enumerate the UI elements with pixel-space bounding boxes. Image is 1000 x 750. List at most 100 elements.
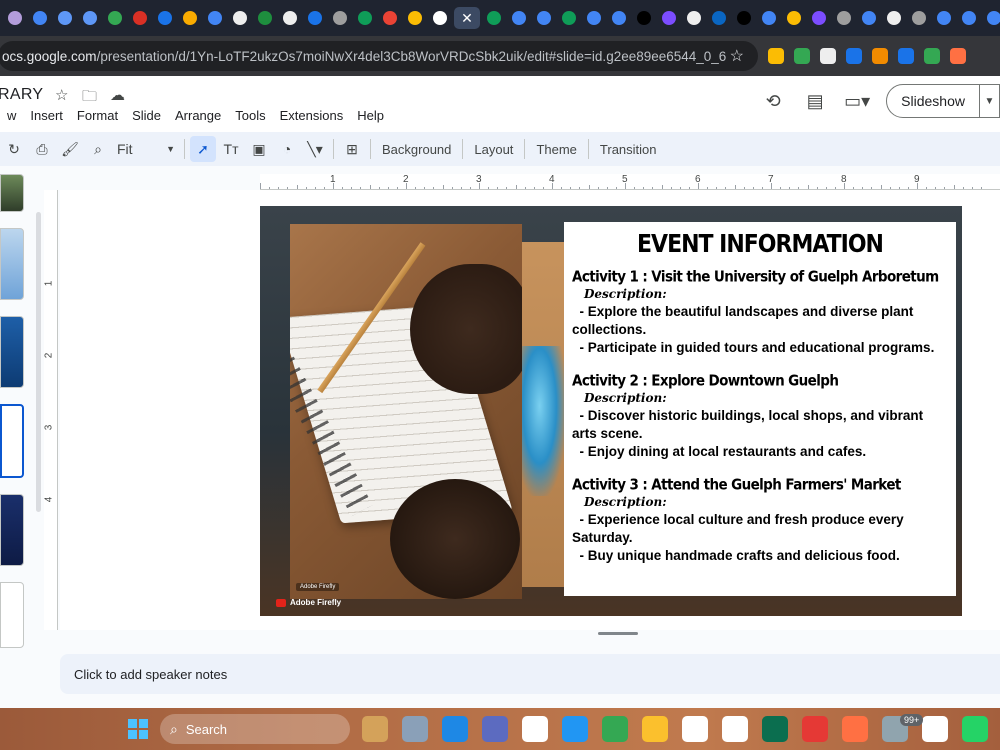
- extension-icon[interactable]: [872, 48, 888, 64]
- taskbar-app-icon[interactable]: [522, 716, 548, 742]
- browser-tab-icon[interactable]: [533, 7, 555, 29]
- taskbar-app-icon[interactable]: [762, 716, 788, 742]
- browser-tab-icon[interactable]: [683, 7, 705, 29]
- menu-item-insert[interactable]: Insert: [23, 108, 70, 123]
- address-bar[interactable]: ocs.google.com/presentation/d/1Yn-LoTF2u…: [0, 41, 758, 71]
- taskbar-app-icon[interactable]: [962, 716, 988, 742]
- browser-tab-icon[interactable]: [254, 7, 276, 29]
- extension-icon[interactable]: [924, 48, 940, 64]
- line-icon[interactable]: ╲▾: [302, 136, 328, 162]
- browser-tab-icon[interactable]: [983, 7, 1000, 29]
- browser-tab-icon[interactable]: [783, 7, 805, 29]
- zoom-icon[interactable]: ⌕: [85, 136, 111, 162]
- extension-icon[interactable]: [820, 48, 836, 64]
- slide-thumbnail[interactable]: [0, 174, 24, 212]
- event-info-textbox[interactable]: EVENT INFORMATION Activity 1 : Visit the…: [564, 222, 956, 596]
- taskbar-app-icon[interactable]: [802, 716, 828, 742]
- taskbar-app-icon[interactable]: [922, 716, 948, 742]
- comments-icon[interactable]: ▤: [802, 88, 828, 114]
- browser-tab-icon[interactable]: [758, 7, 780, 29]
- browser-tab-icon[interactable]: [808, 7, 830, 29]
- active-tab-close-icon[interactable]: ✕: [454, 7, 480, 29]
- menu-item-help[interactable]: Help: [350, 108, 391, 123]
- speaker-notes[interactable]: Click to add speaker notes: [60, 654, 1000, 694]
- browser-tab-icon[interactable]: [104, 7, 126, 29]
- transition-button[interactable]: Transition: [594, 136, 663, 162]
- browser-tab-icon[interactable]: [304, 7, 326, 29]
- bookmark-star-icon[interactable]: ☆: [730, 46, 744, 66]
- slide-thumbnail-active[interactable]: [0, 404, 24, 478]
- taskbar-search[interactable]: ⌕ Search: [160, 714, 350, 744]
- browser-tab-icon[interactable]: [658, 7, 680, 29]
- browser-tab-icon[interactable]: [858, 7, 880, 29]
- taskbar-app-icon[interactable]: [642, 716, 668, 742]
- browser-tab-icon[interactable]: [129, 7, 151, 29]
- taskbar-app-icon[interactable]: [362, 716, 388, 742]
- browser-tab-icon[interactable]: [29, 7, 51, 29]
- browser-tab-icon[interactable]: [154, 7, 176, 29]
- slide-thumbnail[interactable]: [0, 582, 24, 648]
- star-icon[interactable]: ☆: [55, 86, 68, 104]
- select-tool-icon[interactable]: ➚: [190, 136, 216, 162]
- menu-item-format[interactable]: Format: [70, 108, 125, 123]
- menu-item-extensions[interactable]: Extensions: [273, 108, 351, 123]
- slideshow-dropdown-icon[interactable]: ▼: [980, 84, 1000, 118]
- slide[interactable]: Adobe Firefly Adobe Firefly EVENT INFORM…: [260, 206, 962, 616]
- text-box-icon[interactable]: Tт: [218, 136, 244, 162]
- browser-tab-icon[interactable]: [708, 7, 730, 29]
- extension-icon[interactable]: [950, 48, 966, 64]
- windows-start-icon[interactable]: [128, 719, 148, 739]
- extension-icon[interactable]: [794, 48, 810, 64]
- filmstrip-scrollbar[interactable]: [36, 212, 41, 512]
- paint-format-icon[interactable]: 🖌: [57, 136, 83, 162]
- taskbar-app-icon[interactable]: [482, 716, 508, 742]
- layout-button[interactable]: Layout: [468, 136, 519, 162]
- notes-resize-handle[interactable]: [598, 632, 638, 635]
- browser-tab-icon[interactable]: [329, 7, 351, 29]
- browser-tab-icon[interactable]: [429, 7, 451, 29]
- browser-tab-icon[interactable]: [79, 7, 101, 29]
- theme-button[interactable]: Theme: [530, 136, 582, 162]
- extension-icon[interactable]: [898, 48, 914, 64]
- browser-tab-icon[interactable]: [733, 7, 755, 29]
- taskbar-app-icon[interactable]: [842, 716, 868, 742]
- taskbar-app-icon[interactable]: [442, 716, 468, 742]
- writing-photo[interactable]: Adobe Firefly: [290, 224, 522, 599]
- extension-icon[interactable]: [768, 48, 784, 64]
- browser-tab-icon[interactable]: [4, 7, 26, 29]
- browser-tab-icon[interactable]: [354, 7, 376, 29]
- browser-tab-icon[interactable]: [608, 7, 630, 29]
- browser-tab-icon[interactable]: [833, 7, 855, 29]
- browser-tab-icon[interactable]: [883, 7, 905, 29]
- insert-image-icon[interactable]: ▣: [246, 136, 272, 162]
- redo-icon[interactable]: ↻: [1, 136, 27, 162]
- browser-tab-icon[interactable]: [279, 7, 301, 29]
- print-icon[interactable]: ⎙: [29, 136, 55, 162]
- slideshow-button[interactable]: Slideshow: [886, 84, 980, 118]
- taskbar-app-icon[interactable]: [722, 716, 748, 742]
- slide-thumbnail[interactable]: [0, 316, 24, 388]
- browser-tab-icon[interactable]: [908, 7, 930, 29]
- taskbar-app-icon[interactable]: [682, 716, 708, 742]
- browser-tab-icon[interactable]: [483, 7, 505, 29]
- browser-tab-icon[interactable]: [958, 7, 980, 29]
- browser-tab-icon[interactable]: [404, 7, 426, 29]
- version-history-icon[interactable]: ⟲: [760, 88, 786, 114]
- browser-tab-icon[interactable]: [54, 7, 76, 29]
- browser-tab-icon[interactable]: [229, 7, 251, 29]
- taskbar-app-icon[interactable]: [602, 716, 628, 742]
- browser-tab-icon[interactable]: [583, 7, 605, 29]
- browser-tab-icon[interactable]: [933, 7, 955, 29]
- slide-thumbnail[interactable]: [0, 494, 24, 566]
- extension-icon[interactable]: [846, 48, 862, 64]
- menu-item-arrange[interactable]: Arrange: [168, 108, 228, 123]
- background-button[interactable]: Background: [376, 136, 457, 162]
- browser-tab-icon[interactable]: [633, 7, 655, 29]
- browser-tab-icon[interactable]: [558, 7, 580, 29]
- menu-item-w[interactable]: w: [0, 108, 23, 123]
- document-title[interactable]: RARY: [0, 86, 43, 104]
- browser-tab-icon[interactable]: [204, 7, 226, 29]
- cloud-saved-icon[interactable]: ☁: [110, 86, 125, 104]
- shape-icon[interactable]: ◔: [274, 136, 300, 162]
- zoom-select[interactable]: Fit ▼: [113, 136, 179, 162]
